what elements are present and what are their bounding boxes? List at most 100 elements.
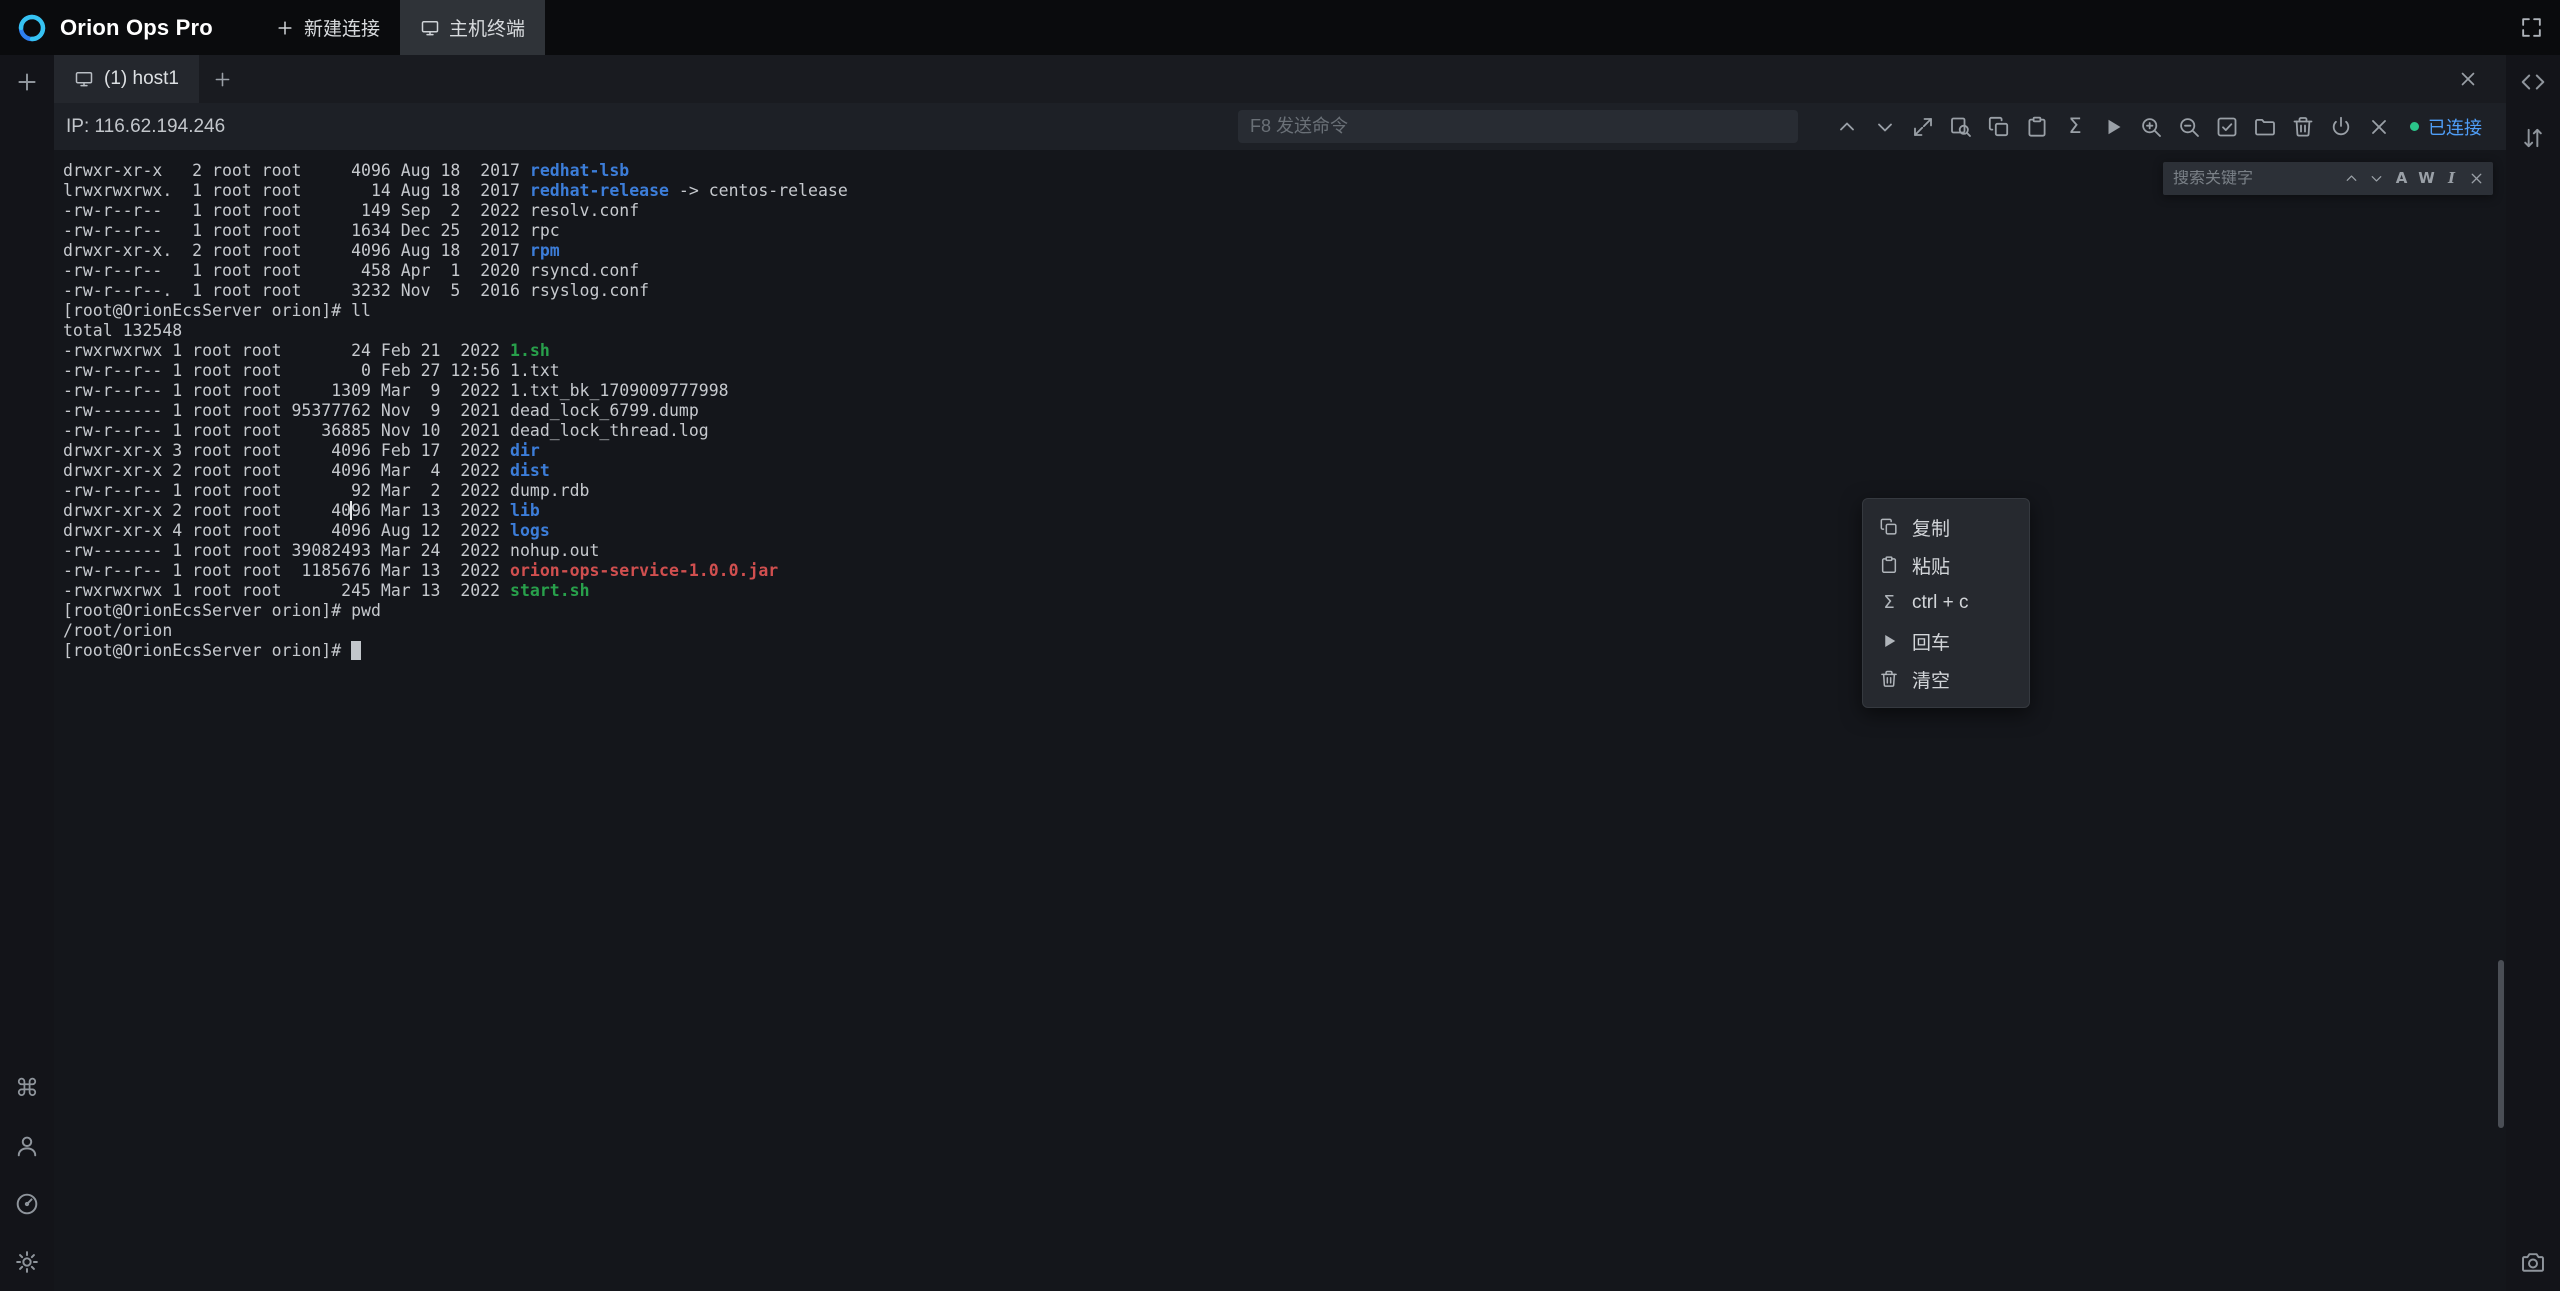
terminal-tab-label: (1) host1 (104, 68, 179, 90)
paste-button[interactable] (2018, 103, 2056, 150)
camera-button[interactable] (2518, 1247, 2548, 1277)
match-case-icon: A (2393, 170, 2410, 187)
code-icon (2520, 69, 2546, 95)
power-button[interactable] (2322, 103, 2360, 150)
gear-button[interactable] (12, 1247, 42, 1277)
terminal-search-bar: AWI (2163, 162, 2493, 195)
command-icon: ⌘ (14, 1075, 40, 1101)
user-icon (14, 1133, 40, 1159)
paste-icon (2025, 115, 2049, 139)
close-icon (2457, 68, 2479, 90)
terminal-line: -rw-r--r--. 1 root root 3232 Nov 5 2016 … (63, 281, 2482, 301)
terminal-line: -rwxrwxrwx 1 root root 24 Feb 21 2022 1.… (63, 341, 2482, 361)
sigma-icon: Σ (2063, 115, 2087, 139)
folder-icon (2253, 115, 2277, 139)
left-rail: ⌘ (0, 55, 54, 1291)
ip-label: IP: 116.62.194.246 (66, 116, 225, 138)
checkbox-button[interactable] (2208, 103, 2246, 150)
context-menu-item[interactable]: 清空 (1863, 660, 2029, 698)
search-input[interactable] (2173, 170, 2339, 188)
terminal-line: -rw-r--r-- 1 root root 1634 Dec 25 2012 … (63, 221, 2482, 241)
terminal-line: drwxr-xr-x. 2 root root 4096 Aug 18 2017… (63, 241, 2482, 261)
search-buttons: AWI (2339, 162, 2489, 195)
chevron-down-button[interactable] (2364, 162, 2389, 195)
context-menu-item[interactable]: 粘贴 (1863, 546, 2029, 584)
sigma-button[interactable]: Σ (2056, 103, 2094, 150)
checkbox-icon (2215, 115, 2239, 139)
terminal[interactable]: drwxr-xr-x 2 root root 4096 Aug 18 2017 … (54, 150, 2506, 1291)
terminal-line: drwxr-xr-x 2 root root 4096 Mar 4 2022 d… (63, 461, 2482, 481)
nav-host-terminal[interactable]: 主机终端 (400, 0, 545, 55)
camera-icon (2520, 1249, 2546, 1275)
screen-search-button[interactable] (1942, 103, 1980, 150)
close-terminal-button[interactable] (2444, 68, 2492, 90)
close-button[interactable] (2360, 103, 2398, 150)
expand-button[interactable] (1904, 103, 1942, 150)
zoom-in-icon (2139, 115, 2163, 139)
terminal-tab[interactable]: (1) host1 (54, 55, 199, 103)
context-menu-item[interactable]: 回车 (1863, 622, 2029, 660)
play-icon (2101, 115, 2125, 139)
terminal-line: lrwxrwxrwx. 1 root root 14 Aug 18 2017 r… (63, 181, 2482, 201)
chevron-down-button[interactable] (1866, 103, 1904, 150)
command-button[interactable]: ⌘ (12, 1073, 42, 1103)
code-button[interactable] (2518, 67, 2548, 97)
chevron-down-icon (2368, 170, 2385, 187)
regex-button[interactable]: I (2439, 162, 2464, 195)
chevron-up-icon (2343, 170, 2360, 187)
swap-vertical-button[interactable] (2518, 123, 2548, 153)
zoom-out-button[interactable] (2170, 103, 2208, 150)
plus-button[interactable] (12, 67, 42, 97)
context-menu-item-label: 复制 (1912, 514, 1950, 541)
connection-status: 已连接 (2410, 114, 2482, 140)
play-button[interactable] (2094, 103, 2132, 150)
terminal-line: /root/orion (63, 621, 2482, 641)
terminal-line: [root@OrionEcsServer orion]# (63, 641, 2482, 661)
terminal-line: -rw-r--r-- 1 root root 1309 Mar 9 2022 1… (63, 381, 2482, 401)
plus-icon (212, 69, 233, 90)
chevron-up-button[interactable] (2339, 162, 2364, 195)
left-rail-bottom: ⌘ (12, 1073, 42, 1291)
context-menu-item[interactable]: 复制 (1863, 508, 2029, 546)
copy-button[interactable] (1980, 103, 2018, 150)
chevron-up-button[interactable] (1828, 103, 1866, 150)
terminal-line: [root@OrionEcsServer orion]# pwd (63, 601, 2482, 621)
command-input[interactable] (1238, 110, 1798, 143)
dashboard-button[interactable] (12, 1189, 42, 1219)
fullscreen-icon (2519, 15, 2544, 40)
regex-icon: I (2443, 170, 2460, 187)
close-icon (2367, 115, 2391, 139)
terminal-output: drwxr-xr-x 2 root root 4096 Aug 18 2017 … (63, 161, 2482, 1291)
close-button[interactable] (2464, 162, 2489, 195)
swap-vertical-icon (2520, 125, 2546, 151)
trash-icon (1879, 669, 1899, 689)
new-tab-button[interactable] (199, 55, 247, 103)
folder-button[interactable] (2246, 103, 2284, 150)
context-menu-item-label: ctrl + c (1912, 592, 1968, 614)
zoom-in-button[interactable] (2132, 103, 2170, 150)
terminal-line: -rw-r--r-- 1 root root 149 Sep 2 2022 re… (63, 201, 2482, 221)
match-case-button[interactable]: A (2389, 162, 2414, 195)
terminal-line: -rw------- 1 root root 39082493 Mar 24 2… (63, 541, 2482, 561)
terminal-line: drwxr-xr-x 2 root root 4096 Mar 13 2022 … (63, 501, 2482, 521)
power-icon (2329, 115, 2353, 139)
plus-icon (275, 18, 295, 38)
copy-icon (1987, 115, 2011, 139)
trash-button[interactable] (2284, 103, 2322, 150)
whole-word-button[interactable]: W (2414, 162, 2439, 195)
zoom-out-icon (2177, 115, 2201, 139)
monitor-icon (420, 18, 440, 38)
terminal-line: -rw-r--r-- 1 root root 0 Feb 27 12:56 1.… (63, 361, 2482, 381)
chevron-up-icon (1835, 115, 1859, 139)
terminal-line: -rw-r--r-- 1 root root 36885 Nov 10 2021… (63, 421, 2482, 441)
paste-icon (1879, 555, 1899, 575)
user-button[interactable] (12, 1131, 42, 1161)
app-title: Orion Ops Pro (60, 15, 213, 41)
terminal-scrollbar[interactable] (2498, 960, 2504, 1128)
nav-new-connection[interactable]: 新建连接 (255, 0, 400, 55)
context-menu-item[interactable]: Σctrl + c (1863, 584, 2029, 622)
nav-new-connection-label: 新建连接 (304, 14, 380, 41)
terminal-line: -rw-r--r-- 1 root root 92 Mar 2 2022 dum… (63, 481, 2482, 501)
fullscreen-button[interactable] (2519, 15, 2544, 40)
sigma-icon: Σ (1879, 593, 1899, 613)
